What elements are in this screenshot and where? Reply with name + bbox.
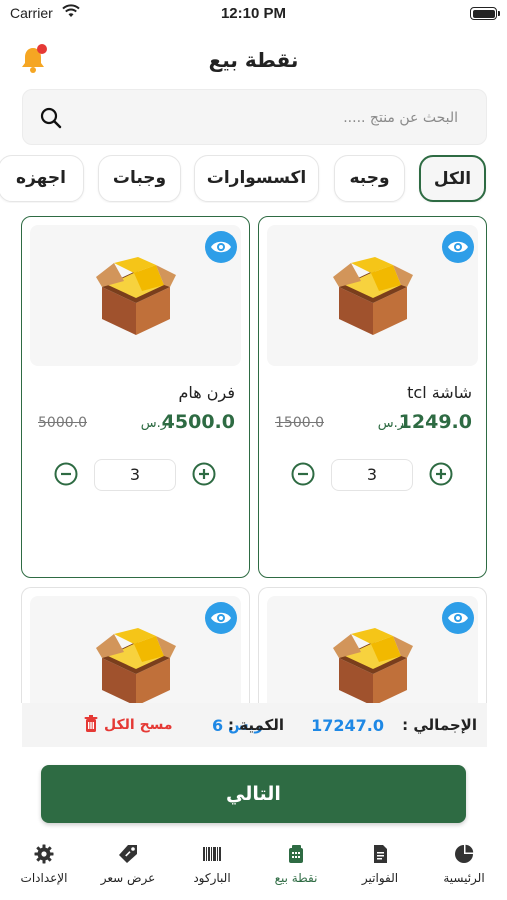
tab-label: الإعدادات	[20, 871, 68, 885]
eye-icon	[211, 612, 231, 624]
package-box-icon	[96, 257, 176, 335]
product-card[interactable]	[21, 587, 250, 703]
category-chip-all[interactable]: الكل	[419, 155, 486, 202]
product-currency: ر.س	[140, 416, 167, 431]
increase-quantity-button[interactable]	[192, 462, 216, 486]
package-box-icon	[333, 257, 413, 335]
tab-invoices[interactable]: الفواتير	[338, 838, 422, 892]
total-value: 17247.0	[311, 716, 384, 735]
page-title: نقطة بيع	[208, 48, 299, 72]
product-old-price: 5000.0	[38, 415, 87, 431]
total-label: الإجمالي :	[402, 716, 477, 734]
increase-quantity-button[interactable]	[429, 462, 453, 486]
pos-icon	[289, 845, 303, 863]
tab-price-quote[interactable]: عرض سعر	[86, 838, 170, 892]
decrease-quantity-button[interactable]	[291, 462, 315, 486]
view-details-button[interactable]	[205, 602, 237, 634]
bottom-tab-bar: الرئيسية الفواتير نقطة بيع الباركود عرض …	[0, 838, 507, 900]
eye-icon	[448, 612, 468, 624]
search-input[interactable]	[98, 90, 458, 146]
search-bar[interactable]	[22, 89, 487, 146]
tab-point-of-sale[interactable]: نقطة بيع	[254, 838, 338, 892]
pie-chart-icon	[455, 844, 474, 863]
barcode-icon	[203, 847, 221, 861]
product-price: 1249.0	[398, 411, 472, 433]
clock: 12:10 PM	[220, 5, 287, 22]
search-icon[interactable]	[39, 106, 63, 130]
product-name: شاشة tcl	[407, 383, 472, 402]
view-details-button[interactable]	[205, 231, 237, 263]
tab-label: الفواتير	[361, 871, 399, 885]
price-tag-icon	[119, 845, 137, 863]
tab-label: عرض سعر	[100, 871, 156, 885]
category-tabs: الكل وجبه اكسسوارات وجبات اجهزه	[0, 155, 507, 203]
product-image-area	[30, 596, 241, 703]
product-name: فرن هام	[178, 383, 235, 402]
product-image-area	[267, 596, 478, 703]
category-chip-meals[interactable]: وجبات	[98, 155, 181, 202]
tab-settings[interactable]: الإعدادات	[2, 838, 86, 892]
product-currency: ر.س	[377, 416, 404, 431]
eye-icon	[211, 241, 231, 253]
quantity-field[interactable]: 3	[94, 459, 176, 491]
trash-icon[interactable]	[84, 715, 98, 733]
product-image-area	[30, 225, 241, 366]
quantity-value: 6	[212, 716, 224, 735]
product-card[interactable]: فرن هام 4500.0 ر.س 5000.0 3	[21, 216, 250, 578]
package-box-icon	[333, 628, 413, 703]
product-card[interactable]	[258, 587, 487, 703]
category-chip-accessories[interactable]: اكسسوارات	[194, 155, 319, 202]
tab-home[interactable]: الرئيسية	[422, 838, 506, 892]
product-old-price: 1500.0	[275, 415, 324, 431]
view-details-button[interactable]	[442, 602, 474, 634]
product-image-area	[267, 225, 478, 366]
category-chip-devices[interactable]: اجهزه	[0, 155, 84, 202]
view-details-button[interactable]	[442, 231, 474, 263]
quantity-label: الكمية :	[228, 716, 284, 734]
order-summary: الإجمالي : 17247.0 ر.س الكمية : 6 مسح ال…	[22, 703, 487, 747]
invoice-icon	[374, 845, 387, 863]
app-header: نقطة بيع	[0, 38, 507, 82]
category-chip-meal[interactable]: وجبه	[334, 155, 405, 202]
package-box-icon	[96, 628, 176, 703]
tab-label: الباركود	[193, 871, 231, 885]
gear-icon	[34, 844, 54, 864]
clear-all-button[interactable]: مسح الكل	[104, 717, 173, 733]
tab-label: نقطة بيع	[274, 871, 318, 885]
tab-label: الرئيسية	[443, 871, 485, 885]
product-price: 4500.0	[161, 411, 235, 433]
eye-icon	[448, 241, 468, 253]
quantity-field[interactable]: 3	[331, 459, 413, 491]
tab-barcode[interactable]: الباركود	[170, 838, 254, 892]
battery-icon	[470, 7, 500, 20]
decrease-quantity-button[interactable]	[54, 462, 78, 486]
next-button[interactable]: التالي	[41, 765, 466, 823]
status-bar: Carrier 12:10 PM	[0, 0, 507, 28]
product-card[interactable]: شاشة tcl 1249.0 ر.س 1500.0 3	[258, 216, 487, 578]
